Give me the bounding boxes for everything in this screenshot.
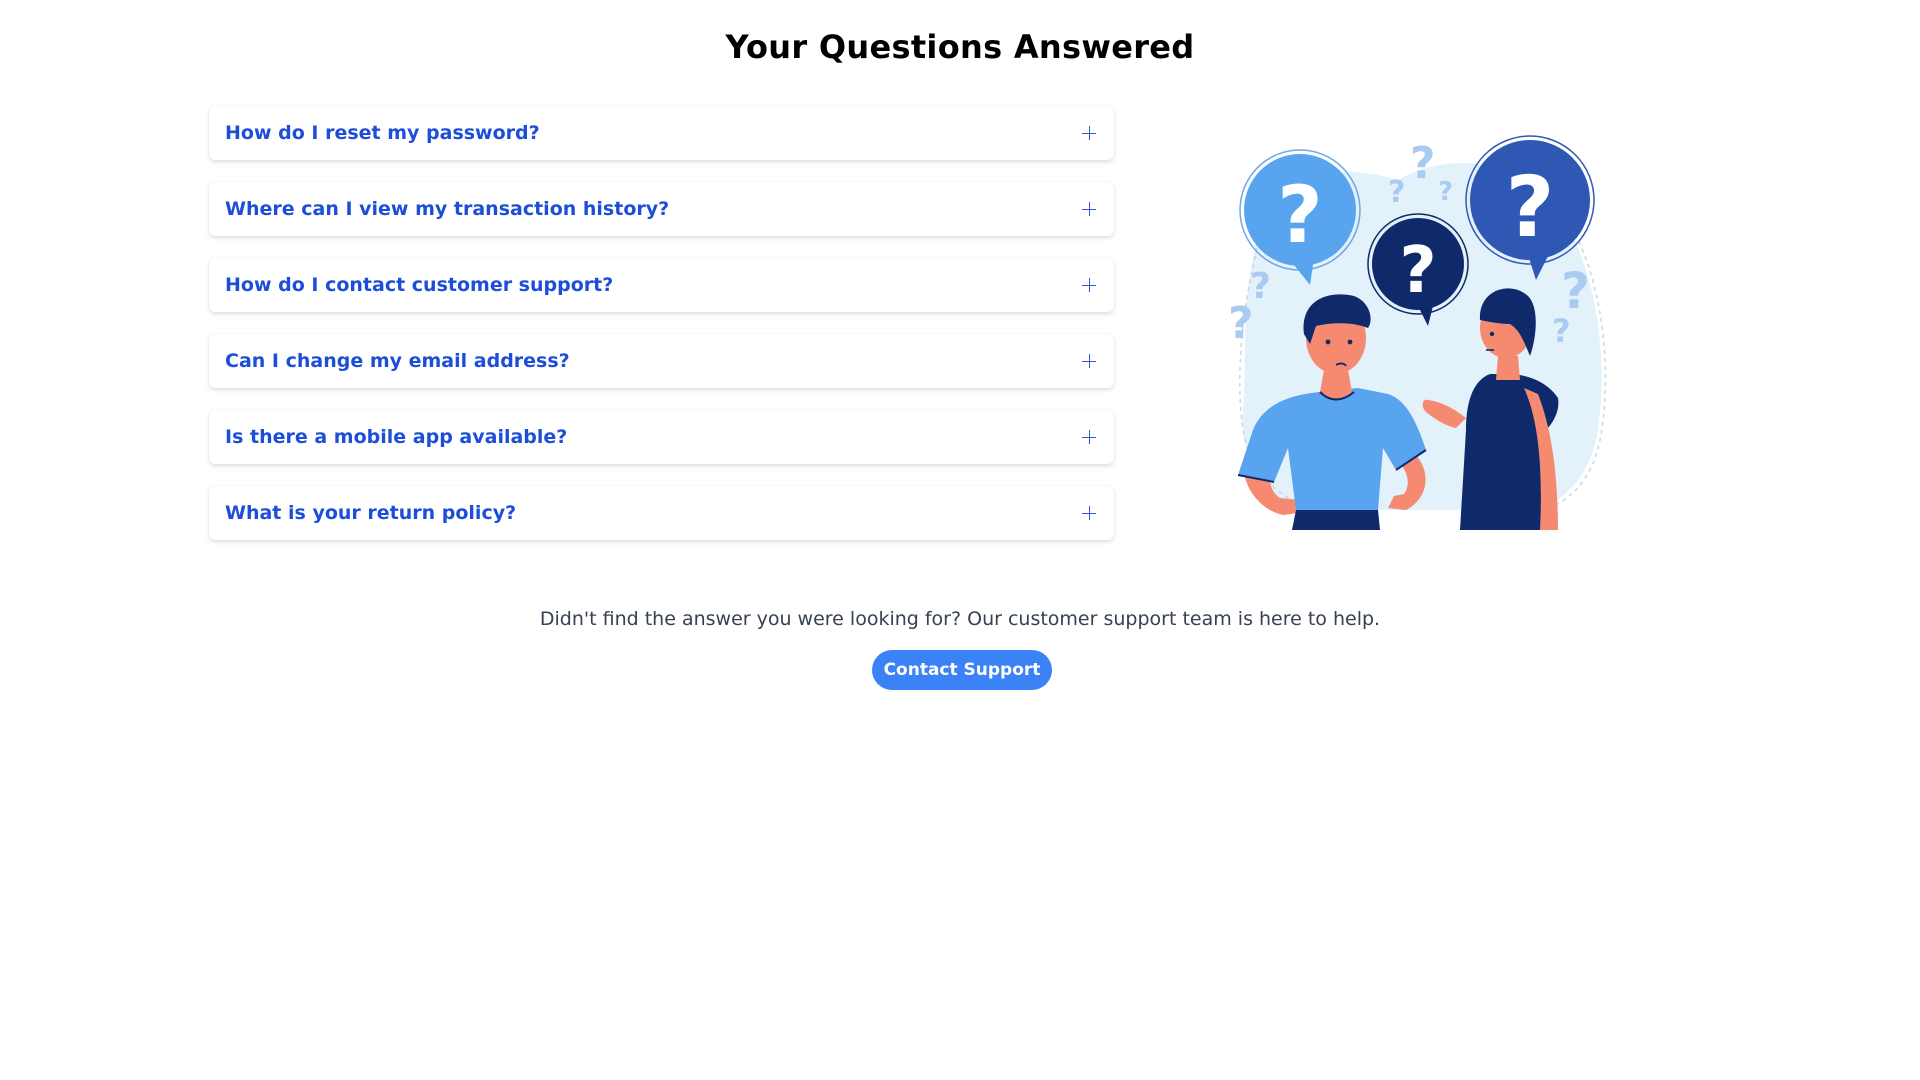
plus-icon[interactable] xyxy=(1080,352,1098,370)
help-text: Didn't find the answer you were looking … xyxy=(539,608,1381,630)
faq-question: Can I change my email address? xyxy=(225,350,570,372)
faq-item[interactable]: Is there a mobile app available? xyxy=(209,410,1114,464)
faq-page: Your Questions Answered How do I reset m… xyxy=(0,0,1920,1080)
page-title: Your Questions Answered xyxy=(725,28,1195,66)
question-mark-icon: ? xyxy=(1438,177,1453,207)
faq-item[interactable]: Can I change my email address? xyxy=(209,334,1114,388)
faq-question: Where can I view my transaction history? xyxy=(225,198,670,220)
plus-icon[interactable] xyxy=(1080,200,1098,218)
question-mark-icon: ? xyxy=(1410,138,1436,189)
plus-icon[interactable] xyxy=(1080,428,1098,446)
question-mark-icon: ? xyxy=(1228,298,1254,349)
faq-item[interactable]: What is your return policy? xyxy=(209,486,1114,540)
question-mark-icon: ? xyxy=(1388,175,1405,210)
people-with-question-marks-illustration: ? ? ? ? ? ? ? ? ? ? xyxy=(1228,135,1607,530)
svg-text:?: ? xyxy=(1506,158,1555,256)
faq-item[interactable]: How do I reset my password? xyxy=(209,106,1114,160)
svg-text:?: ? xyxy=(1399,234,1436,308)
faq-question: What is your return policy? xyxy=(225,502,517,524)
contact-support-button[interactable]: Contact Support xyxy=(872,650,1052,690)
plus-icon[interactable] xyxy=(1080,276,1098,294)
question-mark-icon: ? xyxy=(1552,312,1571,350)
plus-icon[interactable] xyxy=(1080,504,1098,522)
svg-text:?: ? xyxy=(1277,171,1322,261)
faq-question: How do I reset my password? xyxy=(225,122,540,144)
plus-icon[interactable] xyxy=(1080,124,1098,142)
faq-item[interactable]: Where can I view my transaction history? xyxy=(209,182,1114,236)
faq-question: How do I contact customer support? xyxy=(225,274,614,296)
faq-list: How do I reset my password? Where can I … xyxy=(209,106,1114,562)
faq-item[interactable]: How do I contact customer support? xyxy=(209,258,1114,312)
faq-question: Is there a mobile app available? xyxy=(225,426,568,448)
